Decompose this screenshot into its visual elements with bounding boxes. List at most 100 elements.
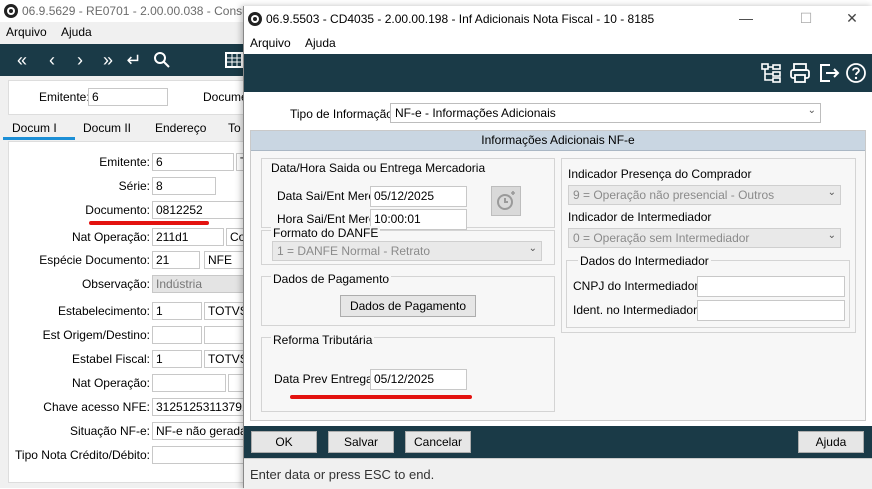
dialog-menu-arquivo[interactable]: Arquivo <box>250 36 291 50</box>
formato-danfe-group: Formato do DANFE 1 = DANFE Normal - Retr… <box>261 226 555 265</box>
dialog-title-bar: 06.9.5503 - CD4035 - 2.00.00.198 - Inf A… <box>244 6 872 32</box>
maximize-button[interactable]: ☐ <box>791 10 821 27</box>
tab-docum-i[interactable]: Docum I <box>12 121 57 135</box>
formato-danfe-value: 1 = DANFE Normal - Retrato <box>277 244 431 258</box>
cnpj-intermediador-label: CNPJ do Intermediador: <box>573 279 702 293</box>
app-icon <box>4 4 18 18</box>
bg-header-panel: Emitente: 6 Docume <box>8 80 250 115</box>
data-prev-entrega-field[interactable]: 05/12/2025 <box>370 369 467 390</box>
tab-more[interactable]: To <box>228 121 241 135</box>
close-button[interactable]: ✕ <box>837 10 867 27</box>
bg-est-origem-label: Est Origem/Destino: <box>42 328 150 342</box>
status-text: Enter data or press ESC to end. <box>250 467 435 482</box>
bg-estabelecimento-label: Estabelecimento: <box>57 304 150 318</box>
dialog-app-icon <box>248 12 262 26</box>
indicador-presenca-label: Indicador Presença do Comprador <box>568 167 752 181</box>
bg-header-doc-label: Docume <box>203 90 248 104</box>
data-hora-title: Data/Hora Saida ou Entrega Mercadoria <box>271 161 486 175</box>
dados-pagamento-button[interactable]: Dados de Pagamento <box>340 295 476 317</box>
data-sai-ent-label: Data Sai/Ent Merc: <box>277 189 378 203</box>
bg-menu-arquivo[interactable]: Arquivo <box>6 25 47 39</box>
bg-situacao-field[interactable]: NF-e não gerada <box>152 422 249 440</box>
goto-icon[interactable]: ↵ <box>122 44 146 76</box>
indicador-intermediador-select: 0 = Operação sem Intermediador ⌄ <box>568 228 841 248</box>
bg-nat-operacao-field[interactable]: 211d1 <box>152 228 224 246</box>
bg-form-panel: Emitente: 6 T Série: 8 Documento: 081225… <box>8 141 256 483</box>
bg-chave-label: Chave acesso NFE: <box>43 400 150 414</box>
indicadores-group: Indicador Presença do Comprador 9 = Oper… <box>561 158 856 333</box>
ident-intermediador-label: Ident. no Intermediador: <box>573 303 701 317</box>
tipo-informacao-label: Tipo de Informação: <box>290 107 397 121</box>
minimize-button[interactable]: — <box>731 10 761 26</box>
tipo-informacao-select[interactable]: NF-e - Informações Adicionais ⌄ <box>390 103 821 123</box>
tab-docum-ii[interactable]: Docum II <box>83 121 131 135</box>
bg-header-emitente-field[interactable]: 6 <box>88 88 168 106</box>
reforma-tributaria-group: Reforma Tributária Data Prev Entrega: 05… <box>261 333 555 412</box>
bg-tipo-nota-label: Tipo Nota Crédito/Débito: <box>15 448 150 462</box>
clock-icon <box>497 191 515 210</box>
dialog-window: 06.9.5503 - CD4035 - 2.00.00.198 - Inf A… <box>243 6 872 489</box>
bg-chave-field[interactable]: 312512531137910 <box>152 398 249 416</box>
ok-button[interactable]: OK <box>251 431 317 453</box>
exit-icon[interactable] <box>818 62 842 86</box>
bg-emitente-field[interactable]: 6 <box>152 153 234 171</box>
print-icon[interactable] <box>789 62 813 86</box>
bg-window-title: 06.9.5629 - RE0701 - 2.00.00.038 - Consu… <box>22 4 262 18</box>
tab-endereco[interactable]: Endereço <box>155 121 206 135</box>
dialog-menu-bar: Arquivo Ajuda <box>244 32 872 54</box>
ajuda-button[interactable]: Ajuda <box>798 431 864 453</box>
dados-intermediador-group: Dados do Intermediador CNPJ do Intermedi… <box>566 254 850 328</box>
bg-observacao-field: Indústria <box>152 275 248 293</box>
help-icon[interactable] <box>845 62 869 86</box>
dados-intermediador-title: Dados do Intermediador <box>578 254 711 268</box>
bg-estabel-fiscal-field[interactable]: 1 <box>152 350 202 368</box>
last-record-icon[interactable]: » <box>96 44 120 76</box>
bg-serie-label: Série: <box>118 179 150 193</box>
tree-icon[interactable] <box>760 62 784 86</box>
dados-pagamento-title: Dados de Pagamento <box>271 272 392 286</box>
dialog-toolbar <box>244 54 872 92</box>
previous-record-icon[interactable]: ‹ <box>40 44 64 76</box>
bg-emitente-label: Emitente: <box>99 155 150 169</box>
bg-toolbar: « ‹ › » ↵ <box>0 44 245 76</box>
indicador-presenca-value: 9 = Operação não presencial - Outros <box>573 188 775 202</box>
hora-sai-ent-field[interactable]: 10:00:01 <box>370 209 467 230</box>
bg-menu-ajuda[interactable]: Ajuda <box>61 25 92 39</box>
chevron-down-icon: ⌄ <box>827 187 836 198</box>
data-sai-ent-field[interactable]: 05/12/2025 <box>370 186 467 207</box>
reforma-tributaria-title: Reforma Tributária <box>271 333 375 347</box>
section-header: Informações Adicionais NF-e <box>251 131 865 151</box>
search-icon[interactable] <box>150 44 174 79</box>
ident-intermediador-field[interactable] <box>697 300 845 321</box>
indicador-intermediador-label: Indicador de Intermediador <box>568 210 712 224</box>
bg-nat-operacao-label: Nat Operação: <box>71 230 150 244</box>
chevron-down-icon: ⌄ <box>528 243 537 254</box>
cnpj-intermediador-field[interactable] <box>697 276 845 297</box>
clock-button[interactable] <box>491 186 521 216</box>
salvar-button[interactable]: Salvar <box>328 431 394 453</box>
dialog-menu-ajuda[interactable]: Ajuda <box>305 36 336 50</box>
next-record-icon[interactable]: › <box>68 44 92 76</box>
indicador-presenca-select: 9 = Operação não presencial - Outros ⌄ <box>568 185 841 205</box>
dialog-title: 06.9.5503 - CD4035 - 2.00.00.198 - Inf A… <box>266 12 655 26</box>
bg-est-origem-field[interactable] <box>152 326 202 344</box>
bg-estabel-fiscal-label: Estabel Fiscal: <box>71 352 150 366</box>
red-underline-documento <box>89 221 209 225</box>
indicador-intermediador-value: 0 = Operação sem Intermediador <box>573 231 750 245</box>
bg-especie-field[interactable]: 21 <box>152 251 200 269</box>
bg-documento-field[interactable]: 0812252 <box>152 201 248 219</box>
dados-pagamento-group: Dados de Pagamento Dados de Pagamento <box>261 272 555 326</box>
active-tab-indicator <box>3 137 75 140</box>
dialog-body: Tipo de Informação: NF-e - Informações A… <box>244 92 872 426</box>
bg-estabelecimento-field[interactable]: 1 <box>152 302 202 320</box>
dialog-button-bar: OK Salvar Cancelar Ajuda <box>244 426 872 458</box>
bg-serie-field[interactable]: 8 <box>152 177 216 195</box>
red-underline-data-prev-entrega <box>290 395 472 399</box>
first-record-icon[interactable]: « <box>10 44 34 76</box>
cancelar-button[interactable]: Cancelar <box>405 431 471 453</box>
bg-nat-operacao2-field[interactable] <box>152 374 226 392</box>
data-prev-entrega-label: Data Prev Entrega: <box>274 372 377 386</box>
data-hora-group: Data/Hora Saida ou Entrega Mercadoria Da… <box>261 158 555 230</box>
formato-danfe-title: Formato do DANFE <box>271 226 381 240</box>
bg-tipo-nota-field[interactable] <box>152 446 249 464</box>
